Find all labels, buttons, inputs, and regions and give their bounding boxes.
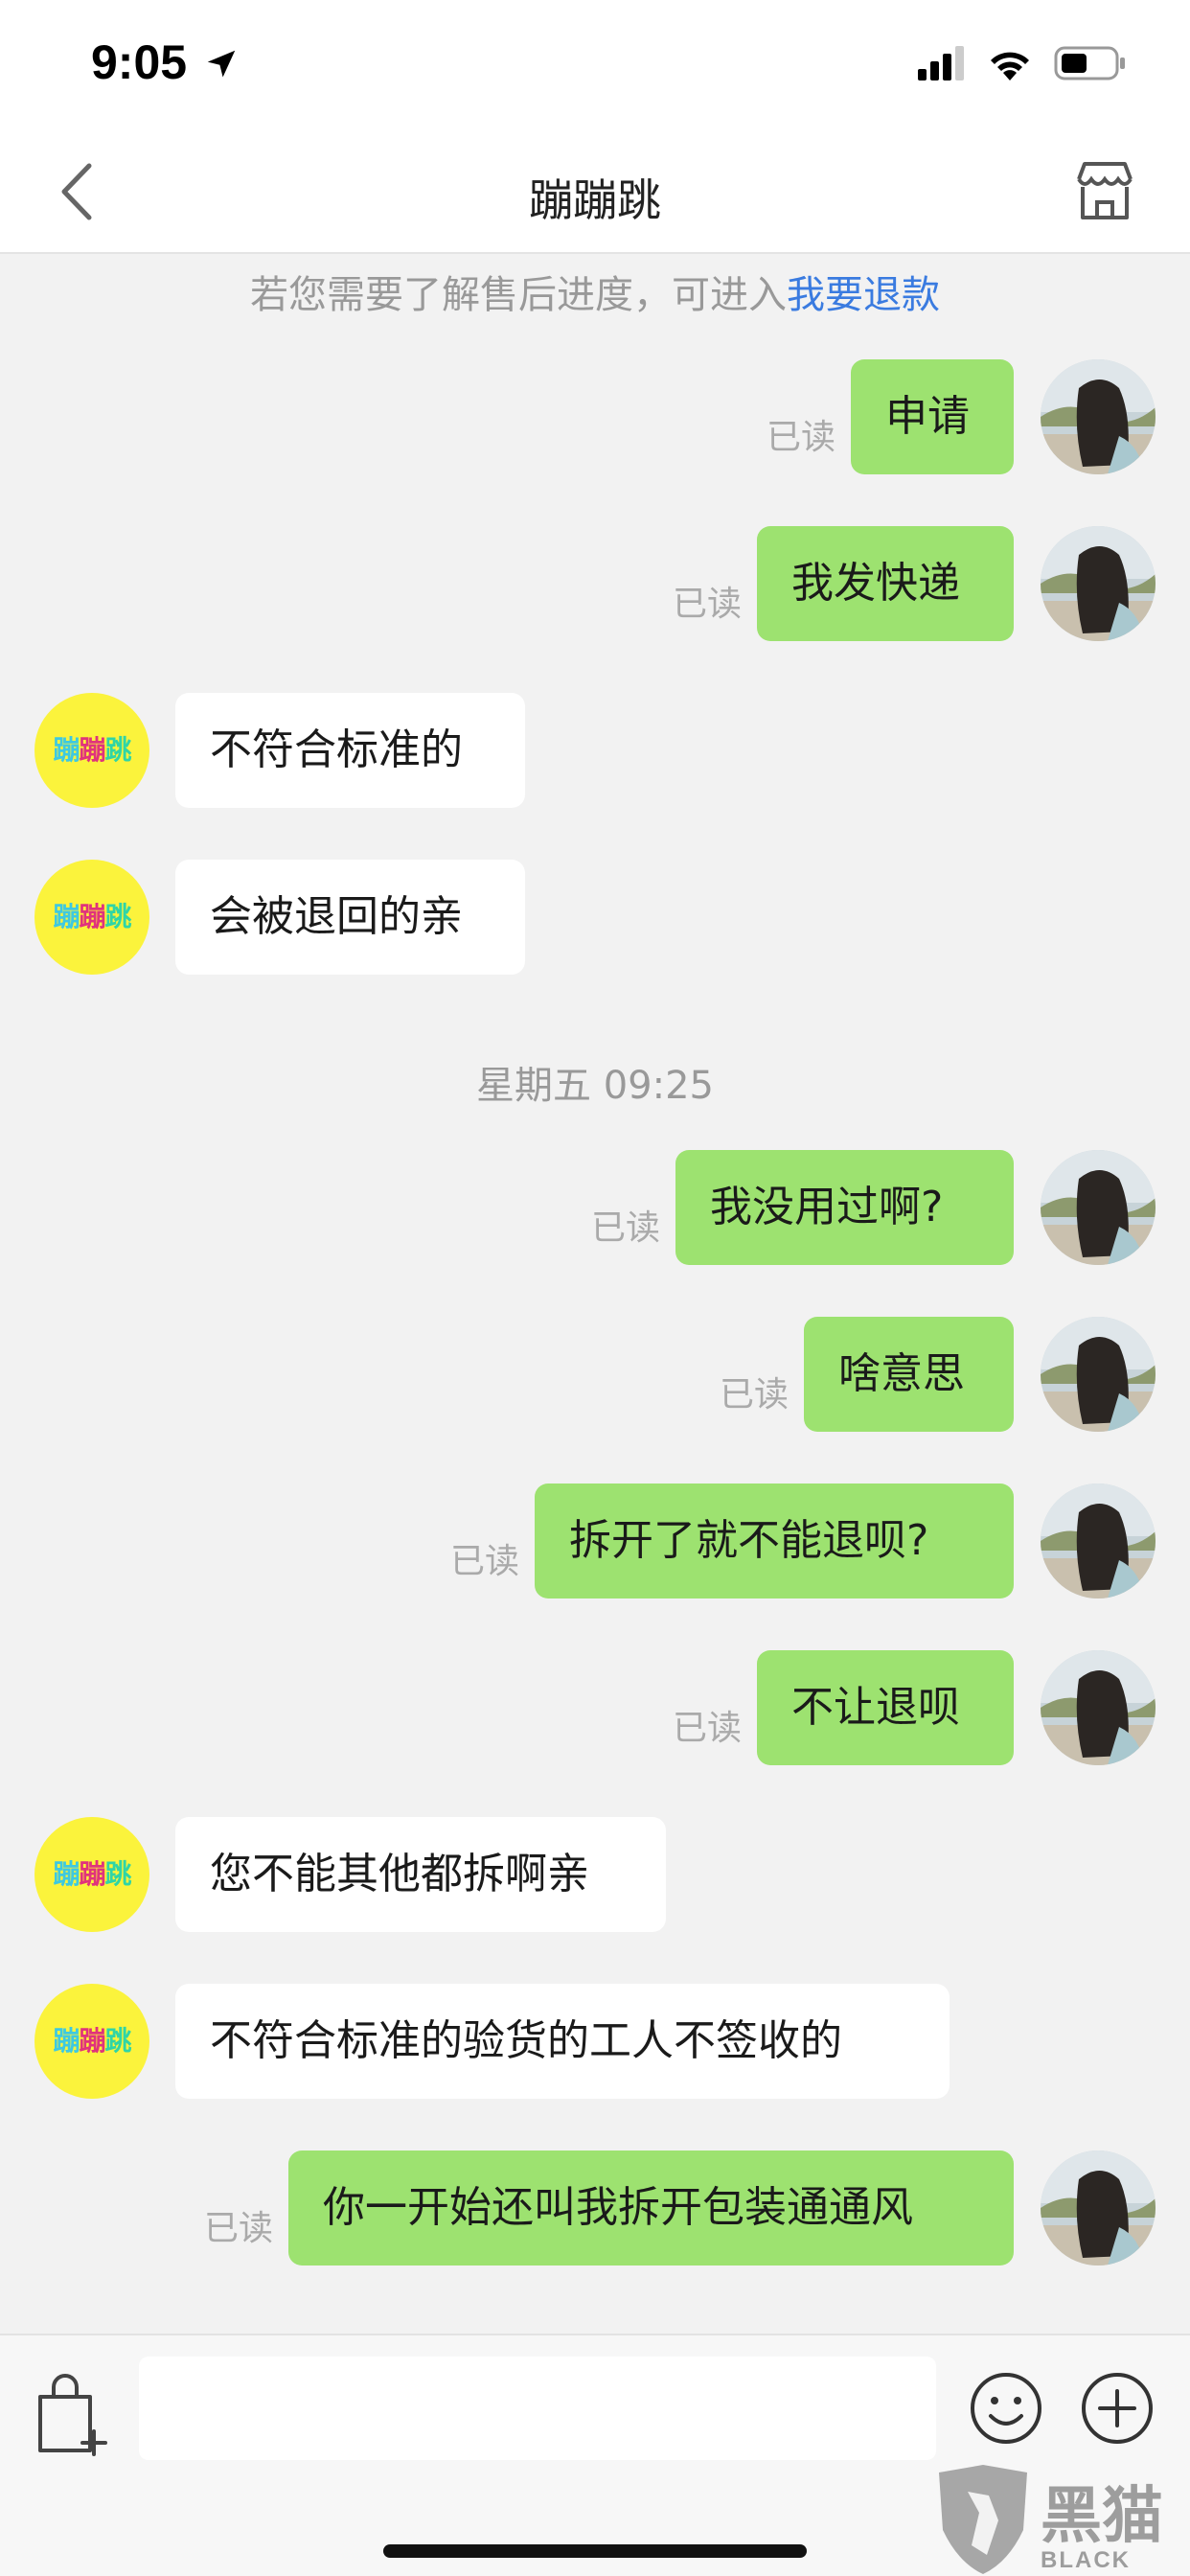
tip-text: 若您需要了解售后进度，可进入 <box>250 273 787 317</box>
status-bar: 9:05 <box>0 0 1190 129</box>
shop-avatar-char: 蹦 <box>53 2025 80 2057</box>
outgoing-message-row: 啥意思 已读 <box>0 1317 1190 1432</box>
read-receipt: 已读 <box>766 418 835 457</box>
plus-icon[interactable] <box>1079 2370 1156 2447</box>
incoming-message-row: 不符合标准的验货的工人不签收的 蹦蹦跳 <box>0 1984 1190 2099</box>
shop-avatar-char: 蹦 <box>53 1858 80 1890</box>
outgoing-message-bubble[interactable]: 我没用过啊? <box>675 1150 1014 1265</box>
user-avatar[interactable] <box>1041 1484 1156 1598</box>
outgoing-message-row: 我发快递 已读 <box>0 526 1190 641</box>
outgoing-message-bubble[interactable]: 拆开了就不能退呗? <box>535 1484 1014 1598</box>
refund-link[interactable]: 我要退款 <box>787 273 940 317</box>
shop-avatar-char: 蹦 <box>79 2025 105 2057</box>
emoji-icon[interactable] <box>968 2370 1044 2447</box>
wifi-icon <box>991 52 1029 80</box>
incoming-message-row: 您不能其他都拆啊亲 蹦蹦跳 <box>0 1817 1190 1932</box>
incoming-message-row: 会被退回的亲 蹦蹦跳 <box>0 860 1190 975</box>
read-receipt: 已读 <box>590 1208 660 1248</box>
shop-avatar-char: 蹦 <box>53 734 80 766</box>
home-indicator <box>383 2544 807 2558</box>
outgoing-message-bubble[interactable]: 你一开始还叫我拆开包装通通风 <box>288 2150 1014 2266</box>
battery-icon <box>1054 46 1125 80</box>
shop-avatar-char: 蹦 <box>53 901 80 932</box>
chat-title: 蹦蹦跳 <box>529 174 661 226</box>
shop-avatar[interactable]: 蹦蹦跳 <box>34 1817 149 1932</box>
user-avatar[interactable] <box>1041 526 1156 641</box>
outgoing-message-row: 申请 已读 <box>0 359 1190 474</box>
after-sales-tip: 若您需要了解售后进度，可进入我要退款 <box>0 264 1190 319</box>
read-receipt: 已读 <box>449 1542 519 1581</box>
status-time: 9:05 <box>91 35 188 89</box>
outgoing-message-row: 不让退呗 已读 <box>0 1650 1190 1765</box>
nav-bar: 蹦蹦跳 <box>0 129 1190 254</box>
outgoing-message-bubble[interactable]: 不让退呗 <box>757 1650 1014 1765</box>
shop-avatar-char: 跳 <box>104 2025 132 2057</box>
outgoing-message-row: 我没用过啊? 已读 <box>0 1150 1190 1265</box>
incoming-message-bubble[interactable]: 会被退回的亲 <box>175 860 525 975</box>
user-avatar[interactable] <box>1041 359 1156 474</box>
shop-avatar-char: 跳 <box>104 734 132 766</box>
outgoing-message-bubble[interactable]: 申请 <box>851 359 1014 474</box>
message-input[interactable] <box>139 2357 936 2460</box>
shop-icon[interactable] <box>1071 158 1138 225</box>
read-receipt: 已读 <box>672 1709 742 1748</box>
incoming-message-bubble[interactable]: 不符合标准的 <box>175 693 525 808</box>
read-receipt: 已读 <box>672 585 742 624</box>
shop-avatar-char: 蹦 <box>79 734 105 766</box>
read-receipt: 已读 <box>203 2209 273 2248</box>
watermark: 黑猫 BLACK CAT <box>927 2463 1186 2576</box>
shop-avatar-char: 跳 <box>104 1858 132 1890</box>
watermark-en: BLACK CAT <box>1041 2547 1131 2576</box>
cellular-signal-icon <box>918 46 964 80</box>
user-avatar[interactable] <box>1041 1150 1156 1265</box>
incoming-message-bubble[interactable]: 您不能其他都拆啊亲 <box>175 1817 666 1932</box>
incoming-message-bubble[interactable]: 不符合标准的验货的工人不签收的 <box>175 1984 950 2099</box>
shop-avatar[interactable]: 蹦蹦跳 <box>34 693 149 808</box>
read-receipt: 已读 <box>719 1375 789 1414</box>
shop-avatar-label: 蹦蹦跳 <box>34 729 149 768</box>
shop-avatar[interactable]: 蹦蹦跳 <box>34 860 149 975</box>
incoming-message-row: 不符合标准的 蹦蹦跳 <box>0 693 1190 808</box>
shop-avatar[interactable]: 蹦蹦跳 <box>34 1984 149 2099</box>
location-arrow-icon <box>207 50 236 78</box>
outgoing-message-row: 拆开了就不能退呗? 已读 <box>0 1484 1190 1598</box>
outgoing-message-bubble[interactable]: 啥意思 <box>804 1317 1014 1432</box>
shop-avatar-char: 蹦 <box>79 1858 105 1890</box>
black-cat-shield-icon <box>939 2465 1027 2574</box>
user-avatar[interactable] <box>1041 2150 1156 2266</box>
user-avatar[interactable] <box>1041 1317 1156 1432</box>
shop-avatar-label: 蹦蹦跳 <box>34 896 149 934</box>
outgoing-message-bubble[interactable]: 我发快递 <box>757 526 1014 641</box>
user-avatar[interactable] <box>1041 1650 1156 1765</box>
watermark-cn: 黑猫 <box>1041 2481 1163 2552</box>
shopping-bag-add-icon[interactable] <box>34 2370 111 2456</box>
shop-avatar-label: 蹦蹦跳 <box>34 1853 149 1892</box>
shop-avatar-char: 蹦 <box>79 901 105 932</box>
shop-avatar-label: 蹦蹦跳 <box>34 2020 149 2058</box>
outgoing-message-row: 你一开始还叫我拆开包装通通风 已读 <box>0 2150 1190 2266</box>
chat-screen: 9:05 蹦蹦跳 若您需要了解售后进度，可进入我要退款 申请 已读 我发快递 已… <box>0 0 1190 2576</box>
time-separator: 星期五 09:25 <box>476 1064 714 1108</box>
shop-avatar-char: 跳 <box>104 901 132 932</box>
